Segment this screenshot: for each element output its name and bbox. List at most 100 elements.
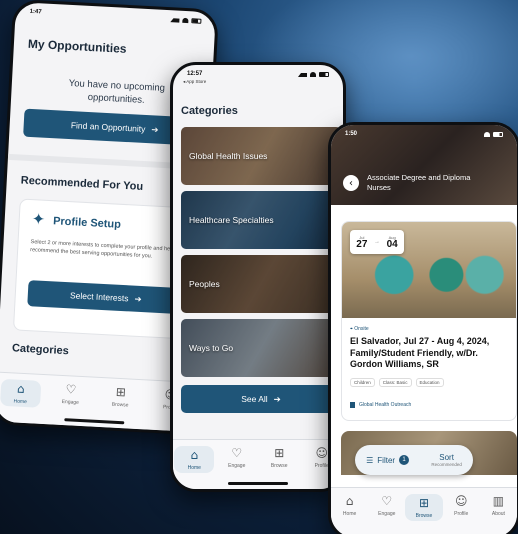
tab-label: Home <box>187 465 201 471</box>
tab-label: Profile <box>454 511 469 517</box>
arrow-right-icon: ➔ <box>273 393 281 404</box>
tab-profile[interactable]: ☺ Profile <box>443 494 480 517</box>
filter-button[interactable]: ☰ Filter 1 <box>366 455 410 465</box>
tab-label: Home <box>13 398 28 406</box>
tag: Education <box>415 378 444 387</box>
back-to-app-store[interactable]: ◂ App Store <box>183 79 206 85</box>
tab-home[interactable]: ⌂ Home <box>0 378 42 408</box>
opportunity-type-label: Onsite <box>354 326 369 332</box>
wifi-icon <box>484 131 490 137</box>
date-start-day: 27 <box>356 238 368 250</box>
see-all-label: See All <box>241 394 268 404</box>
battery-icon <box>191 17 202 24</box>
card-title: Profile Setup <box>52 215 122 231</box>
opportunity-type: ⌖ Onsite <box>350 326 369 332</box>
category-tile-peoples[interactable]: Peoples <box>181 255 341 313</box>
tab-label: Browse <box>111 401 129 409</box>
arrow-right-icon: ➔ <box>134 293 142 304</box>
section-title-recommended: Recommended For You <box>20 174 144 193</box>
tab-bar: ⌂ Home ♡ Engage ⊞ Browse ☺ Profile ▥ Abo… <box>331 487 517 534</box>
filter-label: Filter <box>377 455 396 465</box>
category-tile-global-health[interactable]: Global Health Issues <box>181 127 341 185</box>
grid-icon: ⊞ <box>115 384 127 400</box>
filter-sort-bar: ☰ Filter 1 Sort Recommended <box>355 445 473 475</box>
hero-banner: 1:50 ‹ Associate Degree and Diploma Nurs… <box>331 125 517 205</box>
tab-home[interactable]: ⌂ Home <box>174 446 215 473</box>
book-icon: ▥ <box>492 494 505 508</box>
signal-icon <box>298 72 307 77</box>
wifi-icon <box>182 17 189 23</box>
tab-engage[interactable]: ♡ Engage <box>368 494 405 517</box>
phone-opportunity-list: 1:50 ‹ Associate Degree and Diploma Nurs… <box>328 122 518 534</box>
arrow-right-icon: → <box>373 239 380 245</box>
category-tile-ways-to-go[interactable]: Ways to Go <box>181 319 341 377</box>
status-icons <box>298 71 329 77</box>
see-all-button[interactable]: See All ➔ <box>181 385 341 413</box>
card-header: ✦ Profile Setup <box>31 211 122 233</box>
tab-about[interactable]: ▥ About <box>480 494 517 517</box>
tab-home[interactable]: ⌂ Home <box>331 494 368 517</box>
date-end-day: 04 <box>386 238 398 250</box>
category-label: Ways to Go <box>189 343 234 353</box>
signal-icon <box>170 16 180 23</box>
status-time: 1:47 <box>29 8 42 16</box>
arrow-right-icon: ➔ <box>151 123 159 135</box>
tab-label: Engage <box>378 511 396 517</box>
opportunity-category: Global Health Outreach <box>350 402 411 408</box>
date-end: Aug 04 <box>387 235 398 250</box>
heart-icon: ♡ <box>65 382 77 397</box>
category-label: Global Health Issues <box>189 151 268 161</box>
flag-icon <box>350 402 355 408</box>
tab-browse[interactable]: ⊞ Browse <box>100 384 141 409</box>
back-button[interactable]: ‹ <box>343 175 359 191</box>
date-start: Jul 27 <box>356 235 367 250</box>
category-label: Healthcare Specialties <box>189 215 274 225</box>
opportunity-title: El Salvador, Jul 27 - Aug 4, 2024, Famil… <box>350 336 490 369</box>
status-time: 1:50 <box>345 131 358 137</box>
status-icons <box>170 16 202 24</box>
tab-label: About <box>491 511 505 517</box>
page-title: My Opportunities <box>27 36 127 56</box>
status-time: 12:57 <box>187 71 203 77</box>
heart-icon: ♡ <box>381 494 393 508</box>
person-icon: ☺ <box>315 446 328 460</box>
tab-label: Browse <box>270 463 288 469</box>
status-bar: 1:47 <box>15 2 216 30</box>
tab-browse[interactable]: ⊞ Browse <box>405 494 443 521</box>
opportunity-card[interactable]: Jul 27 → Aug 04 ⌖ Onsite El Salvador, Ju… <box>341 221 517 421</box>
wifi-icon <box>310 71 316 77</box>
category-label: Peoples <box>189 279 220 289</box>
tab-engage[interactable]: ♡ Engage <box>217 446 257 469</box>
tab-label: Home <box>342 511 357 517</box>
tag: Class: Basic <box>378 378 412 387</box>
location-icon: ⌖ <box>350 326 353 332</box>
house-icon: ⌂ <box>190 448 199 462</box>
hero-title: Associate Degree and Diploma Nurses <box>367 173 471 192</box>
status-icons <box>484 131 503 137</box>
tab-label: Browse <box>415 513 433 519</box>
house-icon: ⌂ <box>16 381 26 397</box>
tab-browse[interactable]: ⊞ Browse <box>259 446 299 469</box>
opportunity-category-label: Global Health Outreach <box>359 402 412 408</box>
tab-engage[interactable]: ♡ Engage <box>50 381 91 406</box>
sort-button[interactable]: Sort Recommended <box>431 453 462 467</box>
section-title-categories: Categories <box>11 342 70 358</box>
filter-icon: ☰ <box>366 455 374 465</box>
tab-label: Engage <box>228 463 246 469</box>
house-icon: ⌂ <box>345 494 354 508</box>
tag: Children <box>350 378 375 387</box>
grid-icon: ⊞ <box>418 496 430 510</box>
battery-icon <box>493 131 503 137</box>
filter-count-badge: 1 <box>399 455 410 465</box>
date-badge: Jul 27 → Aug 04 <box>350 230 404 254</box>
grid-icon: ⊞ <box>274 446 285 460</box>
category-tile-healthcare-specialties[interactable]: Healthcare Specialties <box>181 191 341 249</box>
sort-sublabel: Recommended <box>431 462 462 467</box>
select-interests-label: Select Interests <box>69 290 129 304</box>
person-icon: ☺ <box>454 494 468 508</box>
tag-list: Children Class: Basic Education <box>350 378 444 387</box>
status-bar: 1:50 <box>331 125 517 143</box>
heart-icon: ♡ <box>231 446 243 460</box>
select-interests-button[interactable]: Select Interests ➔ <box>27 280 185 315</box>
card-description: Select 2 or more interests to complete y… <box>30 239 182 260</box>
